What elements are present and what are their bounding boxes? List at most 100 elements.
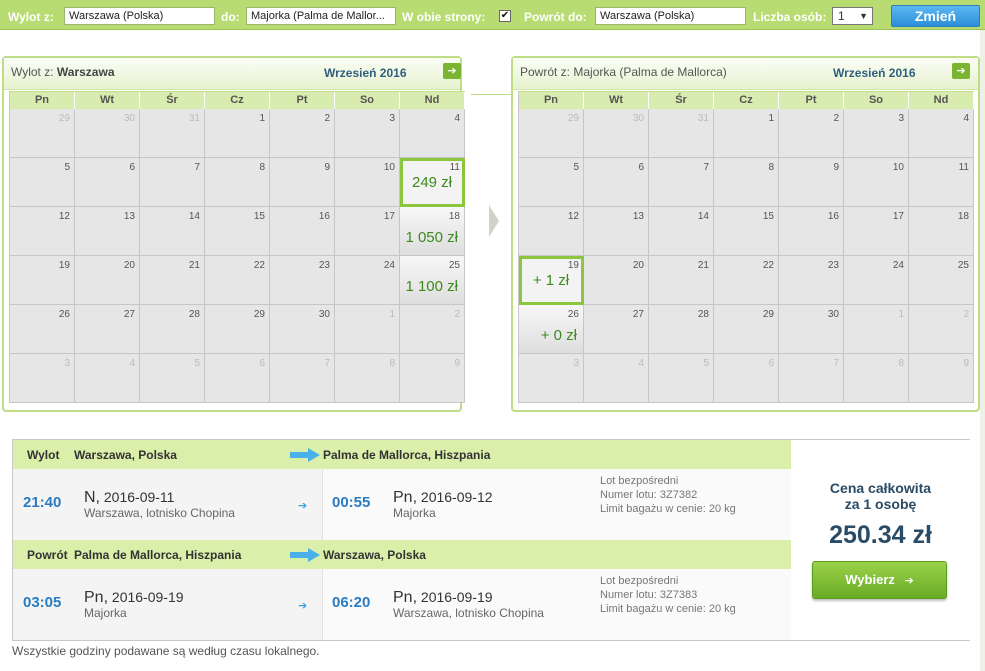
day-number: 5 <box>573 162 579 173</box>
return-title-prefix: Powrót z: <box>520 65 571 79</box>
from-input[interactable]: Warszawa (Polska) <box>64 7 215 25</box>
calendar-day: 2 <box>779 109 844 158</box>
select-flight-button[interactable]: Wybierz ➔ <box>812 561 947 599</box>
calendar-day: 26 <box>10 305 75 354</box>
calendar-day: 9 <box>779 158 844 207</box>
day-number: 3 <box>64 358 70 369</box>
calendar-day: 6 <box>75 158 140 207</box>
weekday-label: So <box>335 92 400 109</box>
return-next-month-icon[interactable]: ➔ <box>952 63 970 79</box>
chevron-down-icon: ▼ <box>859 11 868 21</box>
calendar-day: 15 <box>714 207 779 256</box>
day-number: 2 <box>454 309 460 320</box>
outbound-dep-day: N, <box>84 489 100 506</box>
persons-value: 1 <box>838 9 845 23</box>
day-number: 2 <box>324 113 330 124</box>
day-number: 25 <box>448 260 460 271</box>
return-flight-number: Numer lotu: 3Z7383 <box>600 589 698 601</box>
day-number: 1 <box>259 113 265 124</box>
calendar-day: 4 <box>909 109 974 158</box>
calendar-day-priced[interactable]: 18 1 050 zł <box>400 207 465 256</box>
outbound-leg-details: 21:40 N, 2016-09-11 Warszawa, lotnisko C… <box>13 469 791 540</box>
day-number: 18 <box>957 211 969 222</box>
day-number: 13 <box>123 211 135 222</box>
calendar-day: 16 <box>779 207 844 256</box>
day-number: 24 <box>383 260 395 271</box>
calendar-day-priced[interactable]: 11 249 zł <box>400 158 465 207</box>
day-number: 1 <box>389 309 395 320</box>
weekday-label: Cz <box>714 92 779 109</box>
outbound-direct: Lot bezpośredni <box>600 475 679 487</box>
roundtrip-checkbox[interactable]: ✔ <box>499 10 511 22</box>
return-arr-date: Pn, 2016-09-19 <box>393 589 493 607</box>
calendar-day: 7 <box>140 158 205 207</box>
calendar-day-priced[interactable]: 25 1 100 zł <box>400 256 465 305</box>
return-dep-day: Pn, <box>84 589 109 606</box>
return-arr-date-value: 2016-09-19 <box>420 589 493 605</box>
day-price: 1 100 zł <box>405 278 458 295</box>
calendar-day: 7 <box>649 158 714 207</box>
select-flight-label: Wybierz <box>845 572 895 587</box>
persons-label: Liczba osób: <box>753 10 827 24</box>
calendar-day: 29 <box>205 305 270 354</box>
return-arr-place: Warszawa, lotnisko Chopina <box>393 606 544 620</box>
day-number: 6 <box>768 358 774 369</box>
day-number: 30 <box>827 309 839 320</box>
return-from: Palma de Mallorca, Hiszpania <box>74 548 242 562</box>
total-price-label-line1: Cena całkowita <box>829 480 932 496</box>
return-dep-date: Pn, 2016-09-19 <box>84 589 184 607</box>
calendar-week-row: 19 20 21 22 23 24 25 1 100 zł <box>10 256 465 305</box>
total-price: 250.34 zł <box>829 521 932 549</box>
day-number: 8 <box>898 358 904 369</box>
day-number: 4 <box>454 113 460 124</box>
to-input[interactable]: Majorka (Palma de Mallor... <box>246 7 396 25</box>
day-number: 29 <box>567 113 579 124</box>
calendar-day: 2 <box>400 305 465 354</box>
calendar-day: 24 <box>844 256 909 305</box>
calendar-day-priced[interactable]: 26 + 0 zł <box>519 305 584 354</box>
day-number: 6 <box>638 162 644 173</box>
calendar-day: 1 <box>335 305 400 354</box>
calendar-day: 22 <box>205 256 270 305</box>
day-number: 9 <box>833 162 839 173</box>
day-number: 27 <box>632 309 644 320</box>
calendar-week-row: 29 30 31 1 2 3 4 <box>519 109 974 158</box>
return-calendar: Powrót z: Majorka (Palma de Mallorca) Wr… <box>511 56 980 412</box>
day-number: 30 <box>632 113 644 124</box>
change-search-button[interactable]: Zmień <box>891 5 980 27</box>
weekday-label: Wt <box>584 92 649 109</box>
day-number: 3 <box>389 113 395 124</box>
calendar-day: 21 <box>140 256 205 305</box>
day-number: 28 <box>697 309 709 320</box>
calendar-day: 28 <box>140 305 205 354</box>
weekday-label: Nd <box>909 92 974 109</box>
day-number: 2 <box>833 113 839 124</box>
day-number: 14 <box>188 211 200 222</box>
day-number: 10 <box>892 162 904 173</box>
leg-divider <box>322 469 323 540</box>
day-number: 13 <box>632 211 644 222</box>
calendar-day: 2 <box>270 109 335 158</box>
day-number: 29 <box>253 309 265 320</box>
outbound-next-month-icon[interactable]: ➔ <box>443 63 461 79</box>
calendar-day: 12 <box>519 207 584 256</box>
scrollbar[interactable] <box>980 30 985 671</box>
day-number: 22 <box>253 260 265 271</box>
persons-select[interactable]: 1 ▼ <box>832 7 873 25</box>
calendar-day: 21 <box>649 256 714 305</box>
day-number: 8 <box>768 162 774 173</box>
calendar-week-row: 26 27 28 29 30 1 2 <box>10 305 465 354</box>
day-number: 2 <box>963 309 969 320</box>
calendar-week-row: 5 6 7 8 9 10 11 249 zł <box>10 158 465 207</box>
day-number: 4 <box>129 358 135 369</box>
day-number: 9 <box>963 358 969 369</box>
calendar-day: 19 <box>10 256 75 305</box>
calendar-day-priced[interactable]: 19 + 1 zł <box>519 256 584 305</box>
weekday-label: Cz <box>205 92 270 109</box>
day-number: 4 <box>963 113 969 124</box>
return-input[interactable]: Warszawa (Polska) <box>595 7 746 25</box>
calendar-week-row: 19 + 1 zł 20 21 22 23 24 25 <box>519 256 974 305</box>
day-number: 6 <box>259 358 265 369</box>
calendar-day: 20 <box>75 256 140 305</box>
roundtrip-label: W obie strony: <box>402 10 486 24</box>
